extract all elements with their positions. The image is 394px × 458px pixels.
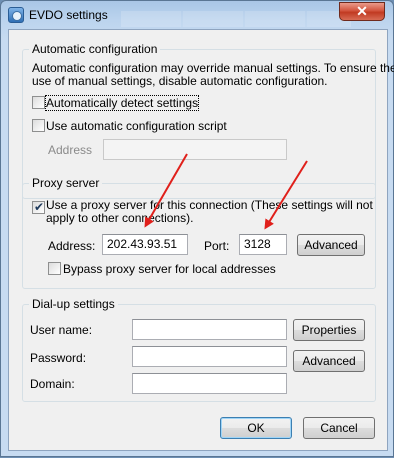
dialog-window: EVDO settings ✕ Automatic configuration … bbox=[0, 0, 394, 457]
annotation-arrow-address bbox=[144, 153, 188, 228]
annotation-arrow-port bbox=[264, 160, 308, 230]
annotation-arrows bbox=[144, 153, 308, 230]
